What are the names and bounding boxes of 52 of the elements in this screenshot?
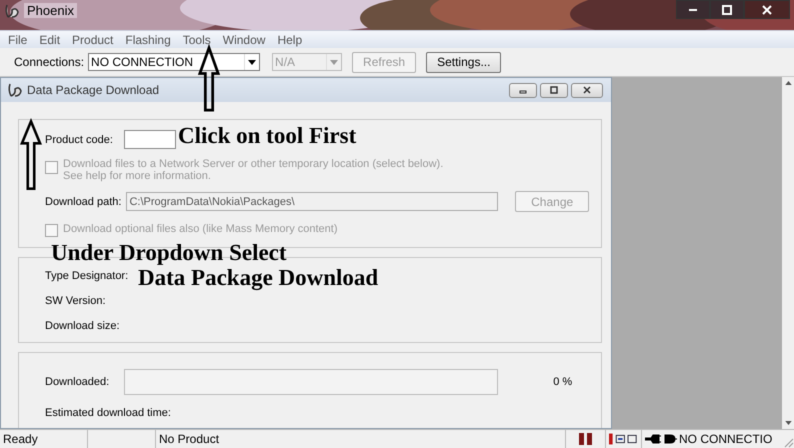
annotation-text: Data Package Download xyxy=(138,265,378,291)
maximize-button[interactable] xyxy=(710,0,744,19)
scroll-up-icon[interactable] xyxy=(784,81,792,85)
menu-item[interactable]: File xyxy=(4,32,36,46)
close-button[interactable] xyxy=(571,82,603,98)
product-code-label: Product code: xyxy=(45,134,113,146)
progress-reading: 0 % xyxy=(553,376,572,388)
connections-label: Connections: xyxy=(14,55,84,69)
menu-item[interactable]: Product xyxy=(68,32,122,46)
maximize-icon xyxy=(722,4,732,14)
app-icon xyxy=(4,3,20,19)
pause-icon xyxy=(578,433,594,445)
scroll-down-icon[interactable] xyxy=(784,421,792,425)
minimize-button[interactable] xyxy=(676,0,710,19)
menu-item[interactable]: Edit xyxy=(35,32,68,46)
info-label: Type Designator: xyxy=(45,270,128,282)
close-button[interactable] xyxy=(744,0,790,19)
connection-status-icon xyxy=(609,433,638,445)
window-title: Phoenix xyxy=(24,3,77,18)
connection-dropdown[interactable]: NO CONNECTION xyxy=(88,53,260,71)
downloaded-label: Downloaded: xyxy=(45,376,110,388)
connection-status: NO CONNECTIO xyxy=(679,432,772,446)
info-label: SW Version: xyxy=(45,295,106,307)
minimize-icon xyxy=(689,8,697,10)
menu-item[interactable]: Window xyxy=(218,32,274,46)
download-path-label: Download path: xyxy=(45,196,122,208)
checkbox-label: See help for more information. xyxy=(63,170,212,182)
close-icon xyxy=(582,85,592,95)
dialog-title: Data Package Download xyxy=(27,83,160,97)
estimated-time-label: Estimated download time: xyxy=(45,407,172,419)
menu-item[interactable]: Help xyxy=(273,32,310,46)
app-icon xyxy=(7,82,23,98)
checkbox-label: Download optional files also (like Mass Memory content) xyxy=(63,223,338,235)
toolbar-button[interactable]: Settings... xyxy=(426,52,502,72)
download-path-field[interactable]: C:\ProgramData\Nokia\Packages\ xyxy=(126,192,498,211)
restore-button[interactable] xyxy=(540,82,568,98)
annotation-text: Under Dropdown Select xyxy=(51,240,287,266)
menu-item[interactable]: Tools xyxy=(178,32,219,46)
annotation-text: Click on tool First xyxy=(178,123,356,149)
restore-icon xyxy=(549,85,559,95)
resize-grip[interactable] xyxy=(782,436,794,448)
caret-icon xyxy=(248,60,256,64)
minimize-button[interactable] xyxy=(509,82,537,98)
caret-icon xyxy=(330,60,338,64)
checkbox-label: Download files to a Network Server or other temporary location (select below). xyxy=(63,158,444,170)
info-label: Download size: xyxy=(45,320,120,332)
menu-item[interactable]: Flashing xyxy=(121,32,179,46)
plug-icon xyxy=(645,433,677,445)
close-icon xyxy=(762,4,772,14)
status-text: Ready xyxy=(0,430,88,448)
product-status: No Product xyxy=(156,430,566,448)
product-code-field[interactable] xyxy=(124,130,176,149)
